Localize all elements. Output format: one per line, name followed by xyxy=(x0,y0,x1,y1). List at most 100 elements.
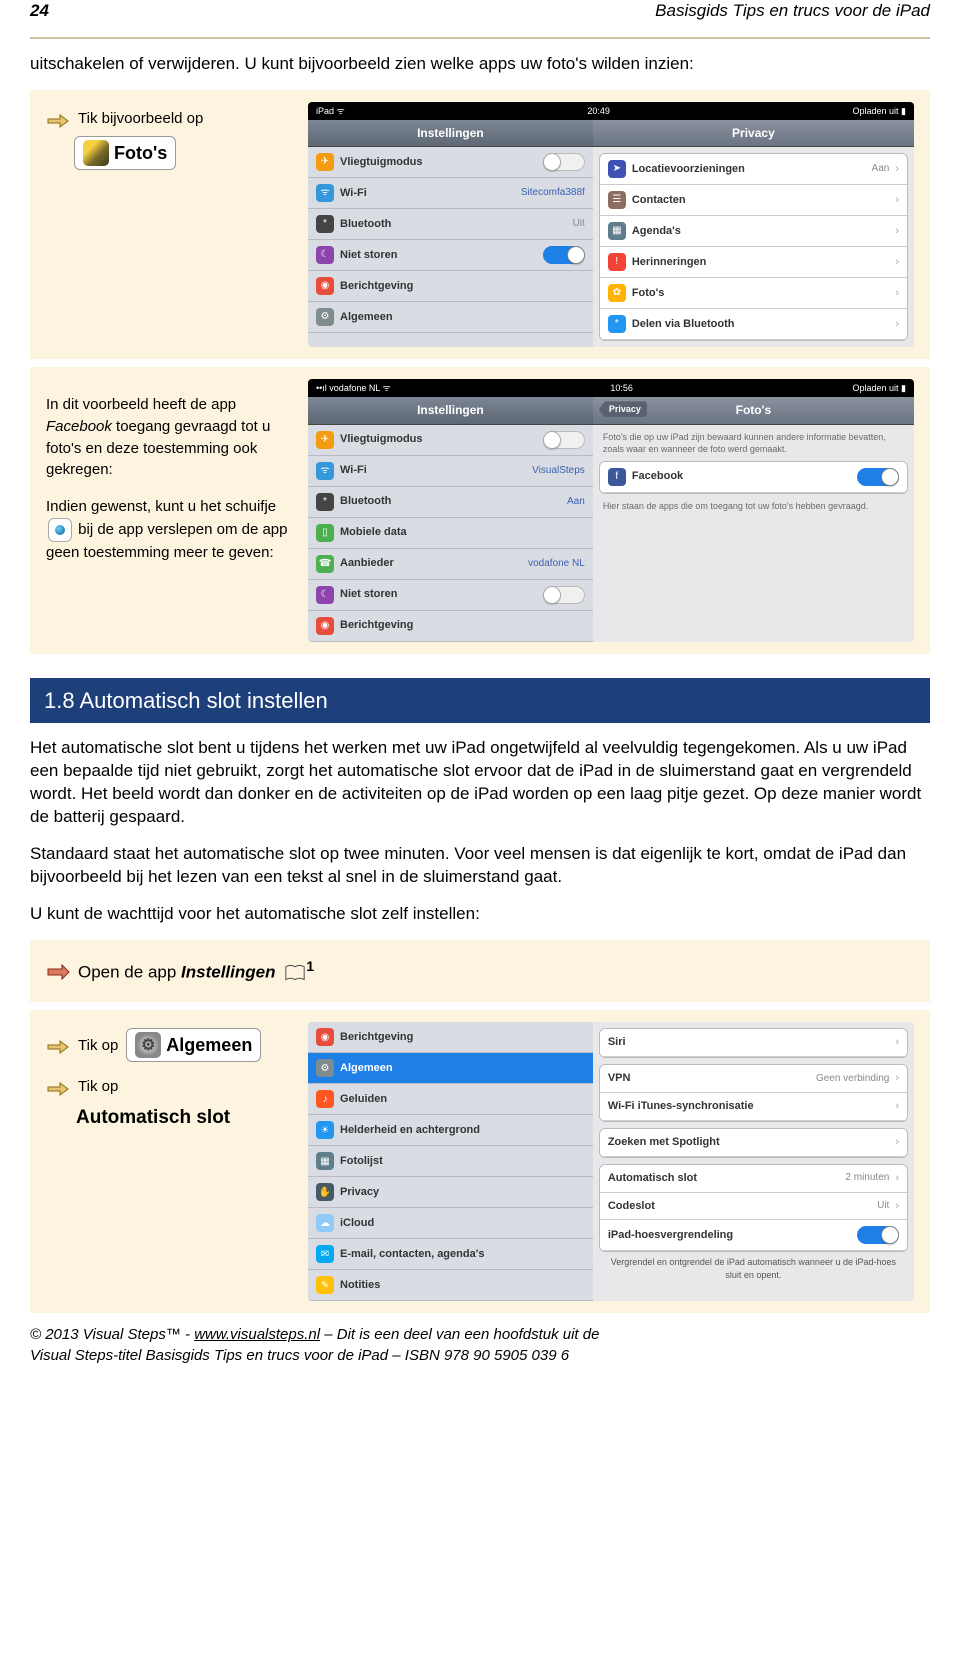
row-label: Agenda's xyxy=(632,224,890,239)
row-value: Aan xyxy=(872,162,890,176)
ipad-screenshot-2: ••ıl vodafone NL ᯤ 10:56 Opladen uit ▮ I… xyxy=(308,379,914,641)
list-item[interactable]: ⚙Algemeen xyxy=(308,302,593,333)
list-item[interactable]: ✋Privacy xyxy=(308,1177,593,1208)
header-rule xyxy=(30,37,930,39)
row-icon: ☀ xyxy=(316,1121,334,1139)
intro-para: uitschakelen of verwijderen. U kunt bijv… xyxy=(30,53,930,76)
row-label: Bluetooth xyxy=(340,494,561,509)
instr2-label: Instellingen xyxy=(181,962,275,981)
facebook-row[interactable]: f Facebook xyxy=(600,462,907,493)
row-icon: ▦ xyxy=(608,222,626,240)
list-item[interactable]: ⚙Algemeen xyxy=(308,1053,593,1084)
list-item[interactable]: ☎Aanbiedervodafone NL xyxy=(308,549,593,580)
list-item[interactable]: ♪Geluiden xyxy=(308,1084,593,1115)
chevron-icon: › xyxy=(895,1035,899,1050)
list-item[interactable]: ✉E-mail, contacten, agenda's xyxy=(308,1239,593,1270)
row-label: Mobiele data xyxy=(340,525,585,540)
list-item[interactable]: ◉Berichtgeving xyxy=(308,271,593,302)
general-badge[interactable]: ⚙ Algemeen xyxy=(126,1028,261,1062)
chevron-icon: › xyxy=(895,317,899,332)
back-button[interactable]: Privacy xyxy=(599,401,647,417)
book-icon xyxy=(284,964,306,982)
privacy-title: Privacy xyxy=(593,120,914,147)
toggle[interactable] xyxy=(543,431,585,449)
list-item[interactable]: ☾Niet storen xyxy=(308,240,593,271)
instruction-block-1: Tik bijvoorbeeld op Foto's iPad ᯤ 20:49 … xyxy=(30,90,930,359)
toggle-icon xyxy=(48,518,72,542)
info-note: Foto's die op uw iPad zijn bewaard kunne… xyxy=(593,425,914,461)
row-label: Fotolijst xyxy=(340,1154,585,1169)
row-label: Notities xyxy=(340,1278,585,1293)
instr4-label: Automatisch slot xyxy=(76,1104,296,1132)
list-item[interactable]: ✈Vliegtuigmodus xyxy=(308,425,593,456)
list-item[interactable]: Zoeken met Spotlight› xyxy=(600,1129,907,1157)
row-label: Automatisch slot xyxy=(608,1171,840,1186)
list-item[interactable]: ➤LocatievoorzieningenAan› xyxy=(600,154,907,185)
list-item[interactable]: ᯤWi-FiVisualSteps xyxy=(308,456,593,487)
status-right: Opladen uit ▮ xyxy=(852,105,906,117)
row-label: Algemeen xyxy=(340,1061,585,1076)
row-icon: ▯ xyxy=(316,524,334,542)
row-label: Contacten xyxy=(632,193,890,208)
row-value: Sitecomfa388f xyxy=(521,186,585,200)
row-icon: ᯤ xyxy=(316,184,334,202)
footer-link[interactable]: www.visualsteps.nl xyxy=(194,1326,320,1343)
list-item[interactable]: VPNGeen verbinding› xyxy=(600,1065,907,1093)
list-item[interactable]: ✈Vliegtuigmodus xyxy=(308,147,593,178)
list-item[interactable]: ✎ Notities xyxy=(308,1270,593,1301)
list-item[interactable]: ▦Agenda's› xyxy=(600,216,907,247)
list-item[interactable]: ᯤWi-FiSitecomfa388f xyxy=(308,178,593,209)
toggle[interactable] xyxy=(543,246,585,264)
row-icon: ✈ xyxy=(316,153,334,171)
row-icon: ! xyxy=(608,253,626,271)
row-icon: ✎ xyxy=(316,1276,334,1294)
list-item[interactable]: * Bluetooth Uit xyxy=(308,209,593,240)
list-item[interactable]: ☀Helderheid en achtergrond xyxy=(308,1115,593,1146)
status-left: ••ıl vodafone NL ᯤ xyxy=(316,382,391,394)
row-label: Berichtgeving xyxy=(340,279,585,294)
photos-app-badge[interactable]: Foto's xyxy=(74,136,176,170)
list-item[interactable]: ☰Contacten› xyxy=(600,185,907,216)
list-item[interactable]: Siri › xyxy=(600,1029,907,1057)
list-item[interactable]: Automatisch slot2 minuten› xyxy=(600,1165,907,1193)
cream2-t1: In dit voorbeeld heeft de app Facebook t… xyxy=(46,394,296,481)
instr4-prefix: Tik op xyxy=(78,1076,118,1098)
facebook-toggle[interactable] xyxy=(857,468,899,486)
instruction-block-4: Tik op ⚙ Algemeen Tik op Automatisch slo… xyxy=(30,1010,930,1313)
list-item[interactable]: ▯ Mobiele data xyxy=(308,518,593,549)
row-label: Bluetooth xyxy=(340,217,567,232)
page-number: 24 xyxy=(30,0,49,23)
row-value: Uit xyxy=(573,217,585,231)
list-item[interactable]: CodeslotUit› xyxy=(600,1193,907,1221)
list-item[interactable]: *BluetoothAan xyxy=(308,487,593,518)
list-item[interactable]: iPad-hoesvergrendeling xyxy=(600,1220,907,1251)
row-value: 2 minuten xyxy=(845,1171,889,1185)
row-label: Vliegtuigmodus xyxy=(340,432,537,447)
list-item[interactable]: ✿Foto's› xyxy=(600,278,907,309)
section-title: 1.8 Automatisch slot instellen xyxy=(30,678,930,724)
list-item[interactable]: ◉Berichtgeving xyxy=(308,611,593,642)
list-item[interactable]: Wi-Fi iTunes-synchronisatie› xyxy=(600,1093,907,1121)
row-value: VisualSteps xyxy=(532,464,585,478)
photos-title: Foto's xyxy=(736,403,772,417)
header-title: Basisgids Tips en trucs voor de iPad xyxy=(655,0,930,23)
chevron-icon: › xyxy=(895,286,899,301)
list-item[interactable]: ☾Niet storen xyxy=(308,580,593,611)
row-label: Siri xyxy=(608,1035,890,1050)
list-item[interactable]: ☁iCloud xyxy=(308,1208,593,1239)
row-label: Locatievoorzieningen xyxy=(632,162,866,177)
list-item[interactable]: !Herinneringen› xyxy=(600,247,907,278)
list-item[interactable]: ◉Berichtgeving xyxy=(308,1022,593,1053)
row-icon: ✉ xyxy=(316,1245,334,1263)
list-item[interactable]: ▦Fotolijst xyxy=(308,1146,593,1177)
toggle[interactable] xyxy=(857,1226,899,1244)
chevron-icon: › xyxy=(895,1071,899,1086)
footnote-ref: 1 xyxy=(306,959,314,975)
row-icon: * xyxy=(316,215,334,233)
toggle[interactable] xyxy=(543,153,585,171)
cream2-t2: Indien gewenst, kunt u het schuifje bij … xyxy=(46,496,296,564)
row-label: Wi-Fi iTunes-synchronisatie xyxy=(608,1099,890,1114)
chevron-icon: › xyxy=(895,162,899,177)
list-item[interactable]: *Delen via Bluetooth› xyxy=(600,309,907,340)
toggle[interactable] xyxy=(543,586,585,604)
